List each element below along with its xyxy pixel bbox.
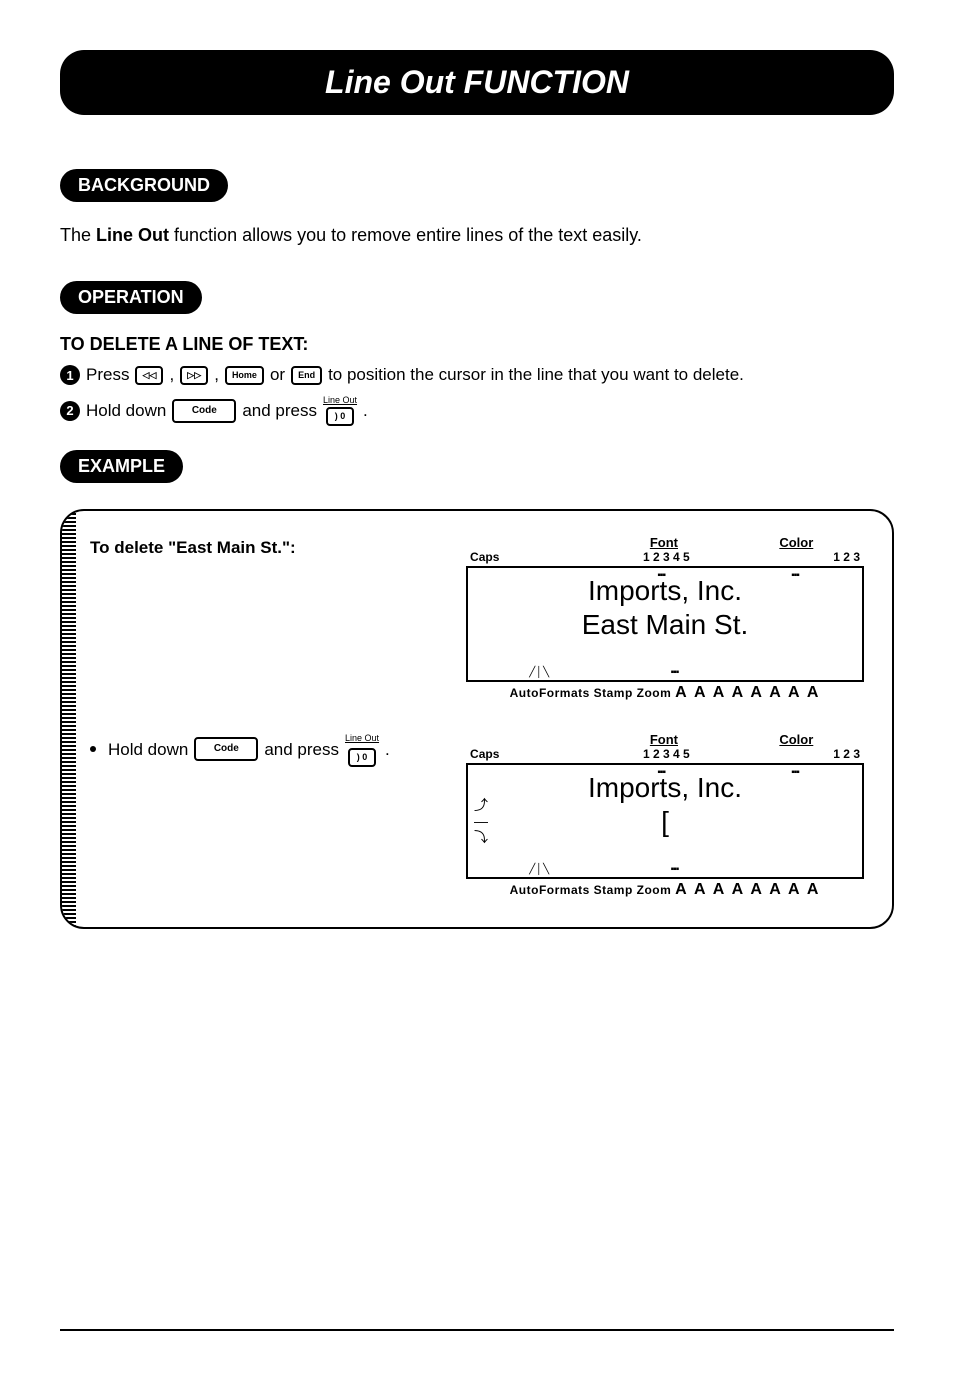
lcd-font-nums: 1 2 3 4 5 xyxy=(519,550,813,564)
lcd-line-1: Imports, Inc. xyxy=(478,574,852,608)
lcd-foot-2: AutoFormats Stamp Zoom A A A A A A A A xyxy=(466,881,864,899)
lcd-bot-marks: ╱ │ ╲▪▪▪ xyxy=(468,667,862,678)
example-row-2: Hold down Code and press Line Out ) 0 . … xyxy=(90,732,864,899)
code-key-icon: Code xyxy=(172,399,236,423)
step2-pre: Hold down xyxy=(86,401,166,421)
manual-page: Line Out FUNCTION BACKGROUND The Line Ou… xyxy=(0,0,954,1391)
footer-rule xyxy=(60,1329,894,1331)
home-key-icon: Home xyxy=(225,366,264,385)
lcd-caps-label: Caps xyxy=(470,550,499,564)
right-arrow-key-icon: ▷▷ xyxy=(180,366,208,385)
example-heading: EXAMPLE xyxy=(60,450,183,483)
operation-step-2: 2 Hold down Code and press Line Out ) 0 … xyxy=(60,395,894,426)
lineout-label: Line Out xyxy=(323,395,357,405)
lineout-key-icon: ) 0 xyxy=(348,748,376,767)
lcd-font-nums: 1 2 3 4 5 xyxy=(519,747,813,761)
example-caption-1: To delete "East Main St.": xyxy=(90,535,446,561)
step2-post: . xyxy=(363,401,368,421)
background-heading: BACKGROUND xyxy=(60,169,228,202)
example-frame: To delete "East Main St.": Caps Font Col… xyxy=(60,509,894,929)
lcd-line-2: East Main St. xyxy=(478,608,852,642)
step-number-1: 1 xyxy=(60,365,80,385)
lcd-color-nums: 1 2 3 xyxy=(833,550,860,564)
lineout-label: Line Out xyxy=(345,732,379,746)
lcd-color-nums: 1 2 3 xyxy=(833,747,860,761)
lcd-body-2: ▪▪▪▪▪▪ ⤴—⤵ Imports, Inc. [ ╱ │ ╲▪▪▪ xyxy=(466,765,864,879)
lcd-font-label: Font xyxy=(650,732,678,747)
operation-step-1: 1 Press ◁◁ , ▷▷ , Home or End to positio… xyxy=(60,365,894,385)
step1-post: to position the cursor in the line that … xyxy=(328,365,744,385)
lcd-head-1: Caps Font Color xyxy=(466,535,864,550)
lcd-head-2: Caps Font Color xyxy=(466,732,864,747)
example-caption-2: Hold down Code and press Line Out ) 0 . xyxy=(90,732,446,767)
lcd-sub-2: Caps 1 2 3 4 5 1 2 3 xyxy=(466,747,864,765)
lcd-caps-label: Caps xyxy=(470,747,499,761)
lcd-cursor-line: [ xyxy=(478,805,852,839)
lcd-font-label: Font xyxy=(650,535,678,550)
page-title: Line Out FUNCTION xyxy=(325,64,629,100)
paragraph-marks-icon: ⤴—⤵ xyxy=(474,798,488,844)
binding-stripe-icon xyxy=(62,511,76,927)
lcd-color-label: Color xyxy=(779,535,813,550)
background-text: The Line Out function allows you to remo… xyxy=(60,222,894,249)
operation-heading: OPERATION xyxy=(60,281,202,314)
bullet-icon xyxy=(90,746,96,752)
step-number-2: 2 xyxy=(60,401,80,421)
lcd-foot-1: AutoFormats Stamp Zoom A A A A A A A A xyxy=(466,684,864,702)
lcd-before: Caps Font Color Caps 1 2 3 4 5 1 2 3 ▪▪▪… xyxy=(466,535,864,702)
lcd-color-label: Color xyxy=(779,732,813,747)
lineout-key-group: Line Out ) 0 xyxy=(323,395,357,426)
lcd-line-1: Imports, Inc. xyxy=(478,771,852,805)
lcd-after: Caps Font Color Caps 1 2 3 4 5 1 2 3 ▪▪▪… xyxy=(466,732,864,899)
lineout-key-group: Line Out ) 0 xyxy=(345,732,379,767)
step2-mid: and press xyxy=(242,401,317,421)
lcd-bot-marks: ╱ │ ╲▪▪▪ xyxy=(468,864,862,875)
example-row-1: To delete "East Main St.": Caps Font Col… xyxy=(90,535,864,702)
lineout-key-icon: ) 0 xyxy=(326,407,354,426)
step1-pre: Press xyxy=(86,365,129,385)
page-title-bar: Line Out FUNCTION xyxy=(60,50,894,115)
left-arrow-key-icon: ◁◁ xyxy=(135,366,163,385)
code-key-icon: Code xyxy=(194,737,258,761)
lcd-sub-1: Caps 1 2 3 4 5 1 2 3 xyxy=(466,550,864,568)
lcd-style-samples: A A A A A A A A xyxy=(675,684,820,701)
lcd-style-samples: A A A A A A A A xyxy=(675,881,820,898)
end-key-icon: End xyxy=(291,366,322,385)
operation-subhead: TO DELETE A LINE OF TEXT: xyxy=(60,334,894,355)
lcd-body-1: ▪▪▪▪▪▪ Imports, Inc. East Main St. ╱ │ ╲… xyxy=(466,568,864,682)
